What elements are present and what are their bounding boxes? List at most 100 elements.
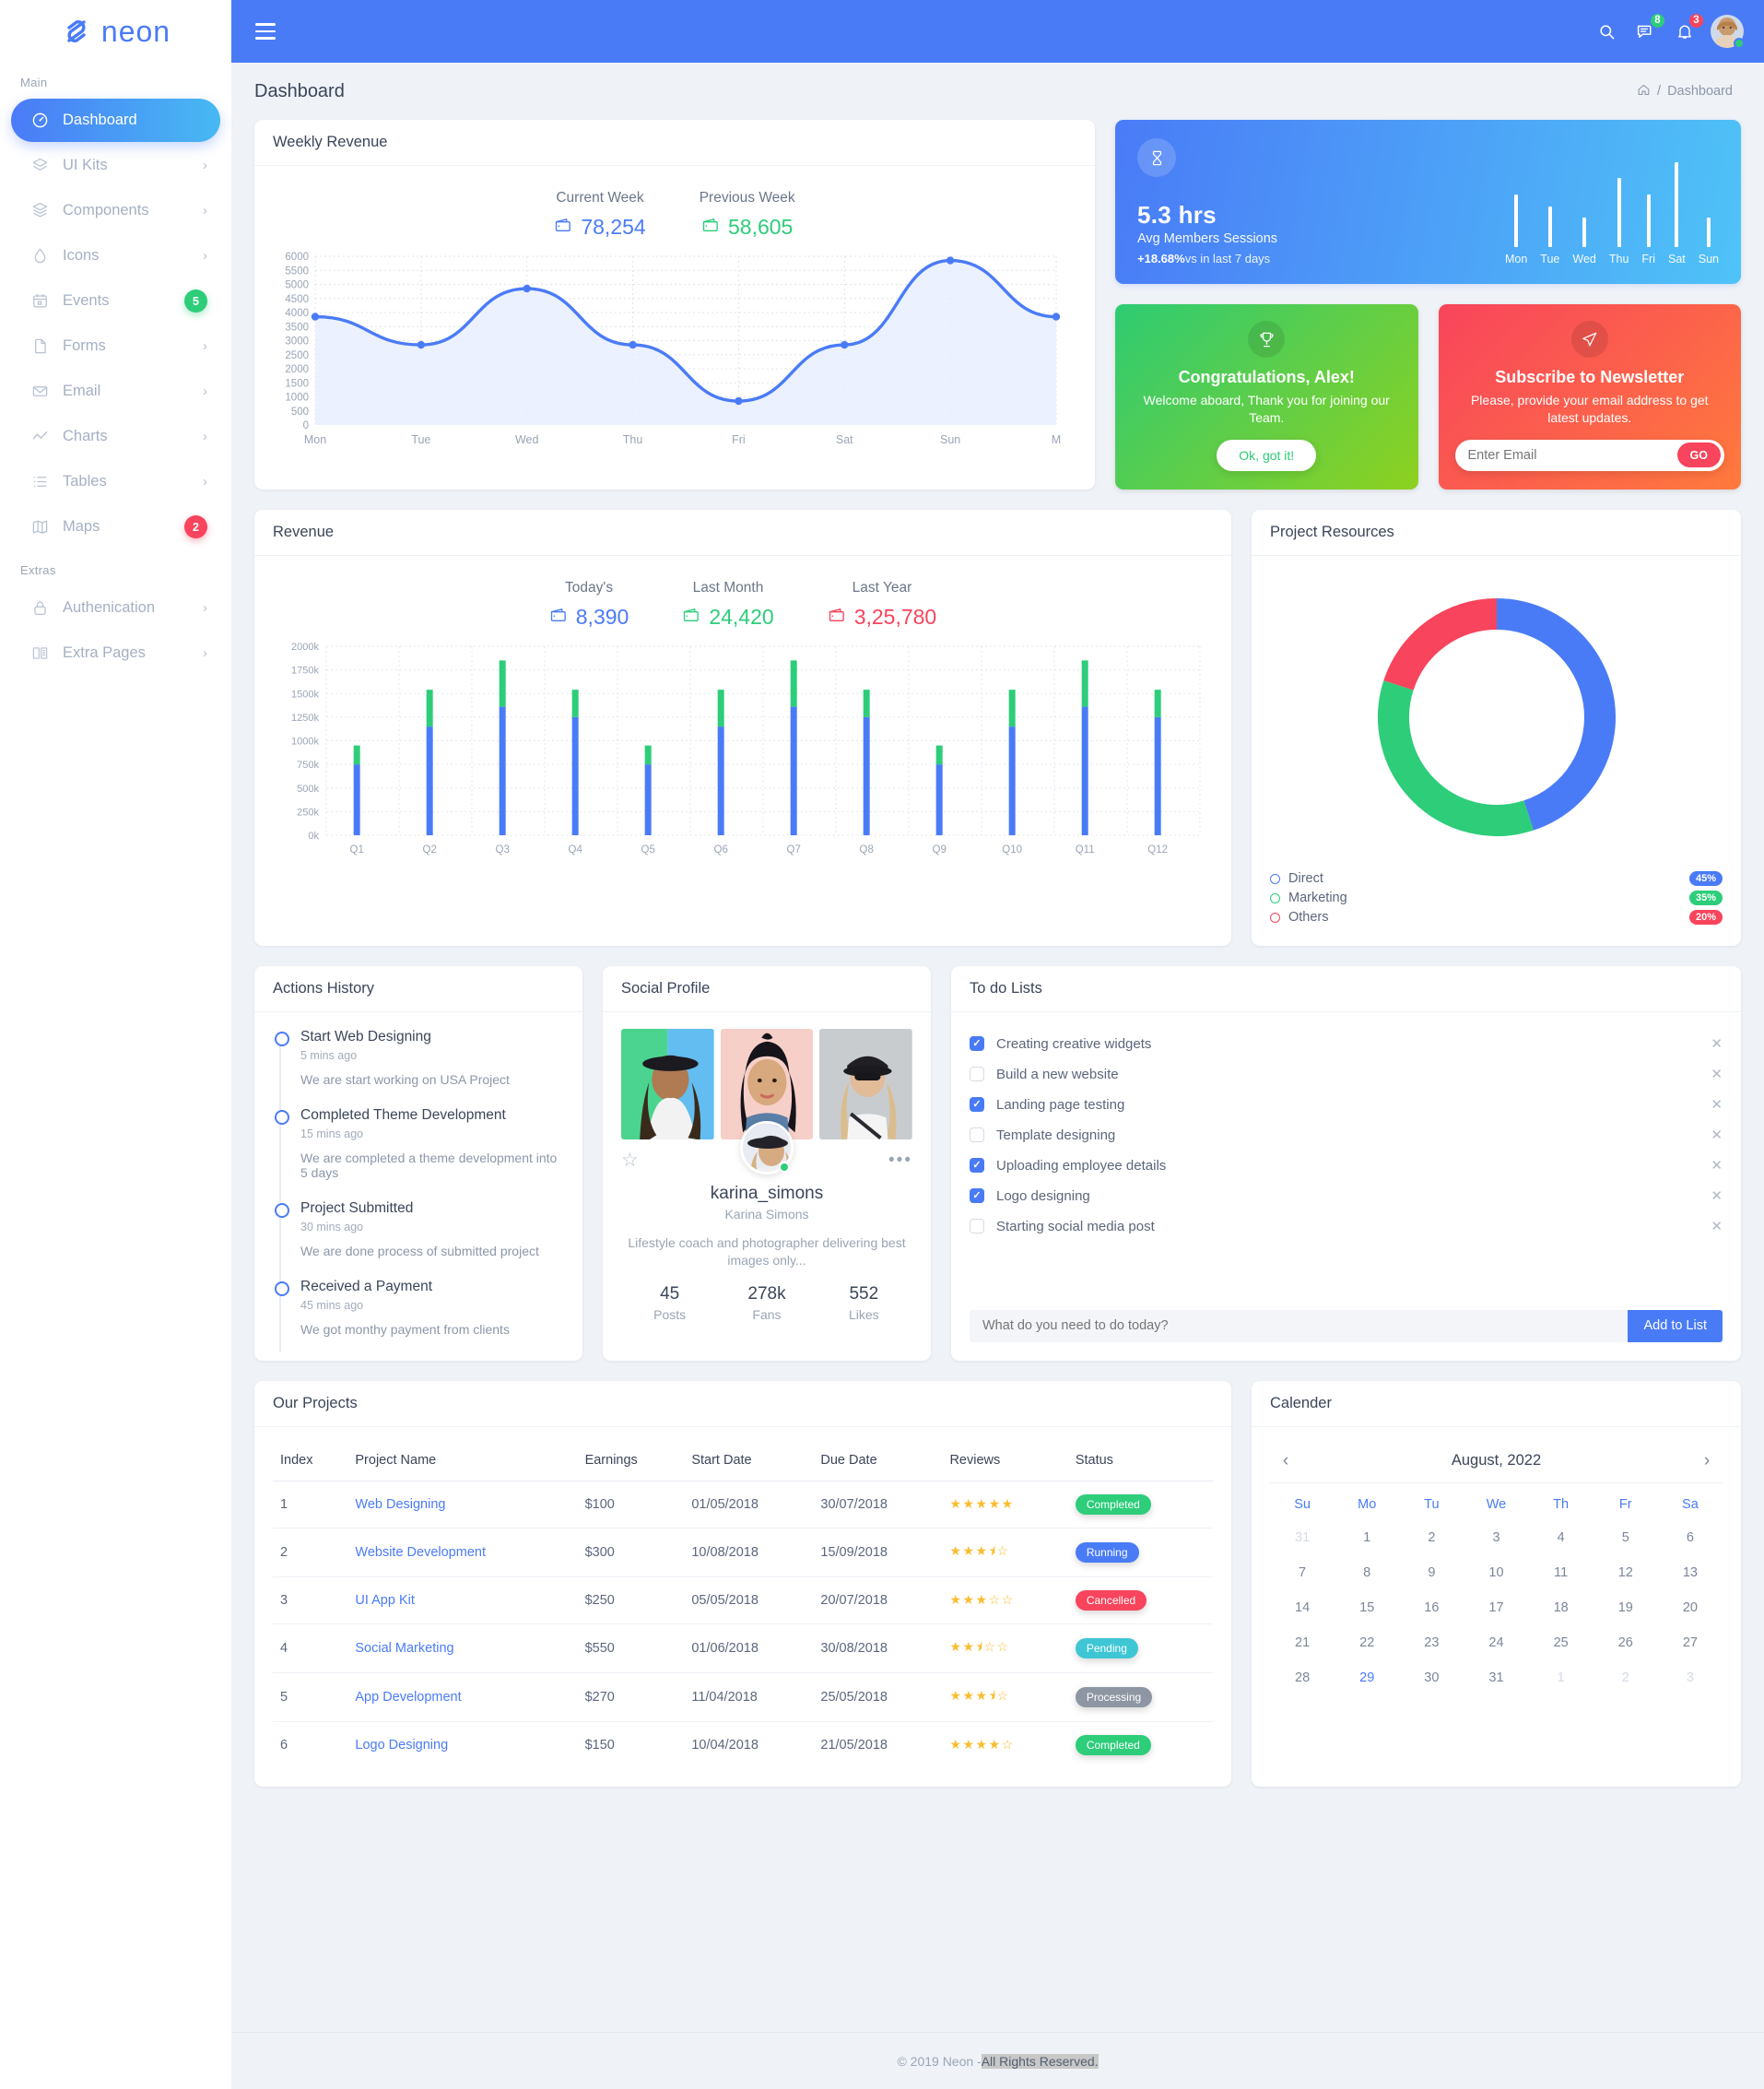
calendar-day[interactable]: 28	[1270, 1660, 1335, 1695]
sidebar-item-extra-pages[interactable]: Extra Pages ›	[11, 631, 220, 675]
calendar-day[interactable]: 2	[1593, 1660, 1658, 1695]
sidebar-item-maps[interactable]: Maps 2	[11, 505, 220, 549]
message-icon[interactable]: 8	[1633, 11, 1666, 44]
table-row[interactable]: 2 Website Development $300 10/08/2018 15/09/…	[273, 1528, 1213, 1577]
todo-checkbox[interactable]	[970, 1097, 984, 1113]
calendar-day[interactable]: 31	[1464, 1660, 1528, 1695]
calendar-day[interactable]: 1	[1529, 1660, 1593, 1695]
legend-row[interactable]: Marketing 35%	[1270, 889, 1723, 908]
user-avatar[interactable]	[1711, 15, 1745, 49]
sidebar-item-events[interactable]: Events 5	[11, 279, 220, 323]
todo-checkbox[interactable]	[970, 1219, 984, 1234]
project-link[interactable]: UI App Kit	[355, 1593, 414, 1608]
calendar-day[interactable]: 14	[1270, 1590, 1335, 1625]
close-icon[interactable]: ✕	[1711, 1218, 1723, 1234]
todo-checkbox[interactable]	[970, 1158, 984, 1174]
calendar-day[interactable]: 12	[1593, 1555, 1658, 1590]
sidebar-item-dashboard[interactable]: Dashboard	[11, 99, 220, 142]
sidebar-item-email[interactable]: Email ›	[11, 370, 220, 413]
calendar-day[interactable]: 16	[1399, 1590, 1464, 1625]
calendar-day[interactable]: 8	[1335, 1555, 1399, 1590]
project-link[interactable]: Website Development	[355, 1545, 486, 1560]
todo-input[interactable]	[970, 1309, 1629, 1342]
calendar-day[interactable]: 20	[1658, 1590, 1723, 1625]
table-row[interactable]: 3 UI App Kit $250 05/05/2018 20/07/2018 ★★★☆☆…	[273, 1576, 1213, 1624]
close-icon[interactable]: ✕	[1711, 1187, 1723, 1204]
calendar-day[interactable]: 21	[1270, 1625, 1335, 1660]
todo-checkbox[interactable]	[970, 1188, 984, 1204]
calendar-day[interactable]: 25	[1529, 1625, 1593, 1660]
calendar-day[interactable]: 3	[1658, 1660, 1723, 1695]
home-icon[interactable]	[1637, 83, 1651, 100]
calendar-day[interactable]: 22	[1335, 1625, 1399, 1660]
timeline-item[interactable]: Received a Payment 45 mins ago We got mo…	[273, 1279, 564, 1352]
calendar-day[interactable]: 26	[1593, 1625, 1658, 1660]
svg-text:2500: 2500	[285, 350, 309, 361]
calendar-day[interactable]: 19	[1593, 1590, 1658, 1625]
calendar-day[interactable]: 30	[1399, 1660, 1464, 1695]
sidebar-item-forms[interactable]: Forms ›	[11, 325, 220, 368]
close-icon[interactable]: ✕	[1711, 1066, 1723, 1082]
add-to-list-button[interactable]: Add to List	[1628, 1309, 1723, 1342]
todo-checkbox[interactable]	[970, 1036, 984, 1052]
project-link[interactable]: App Development	[355, 1690, 461, 1705]
calendar-day[interactable]: 17	[1464, 1590, 1528, 1625]
calendar-day[interactable]: 5	[1593, 1520, 1658, 1555]
table-row[interactable]: 6 Logo Designing $150 10/04/2018 21/05/2018 ★…	[273, 1721, 1213, 1768]
hamburger-icon[interactable]	[255, 23, 276, 40]
sidebar-item-ui-kits[interactable]: UI Kits ›	[11, 144, 220, 187]
calendar-day[interactable]: 24	[1464, 1625, 1528, 1660]
legend-row[interactable]: Direct 45%	[1270, 869, 1723, 889]
chevron-right-icon[interactable]: ›	[1697, 1451, 1717, 1471]
calendar-day[interactable]: 4	[1529, 1520, 1593, 1555]
gallery-image-1[interactable]	[621, 1028, 714, 1139]
calendar-day[interactable]: 27	[1658, 1625, 1723, 1660]
sidebar-item-tables[interactable]: Tables ›	[11, 460, 220, 503]
calendar-day[interactable]: 18	[1529, 1590, 1593, 1625]
calendar-day[interactable]: 13	[1658, 1555, 1723, 1590]
todo-checkbox[interactable]	[970, 1067, 984, 1082]
calendar-day[interactable]: 3	[1464, 1520, 1528, 1555]
chevron-left-icon[interactable]: ‹	[1276, 1451, 1296, 1471]
close-icon[interactable]: ✕	[1711, 1127, 1723, 1143]
sidebar-item-authenication[interactable]: Authenication ›	[11, 586, 220, 630]
newsletter-go-button[interactable]: GO	[1676, 443, 1721, 468]
search-icon[interactable]	[1594, 19, 1619, 44]
calendar-day[interactable]: 10	[1464, 1555, 1528, 1590]
breadcrumb-current[interactable]: Dashboard	[1667, 84, 1733, 99]
calendar-day[interactable]: 31	[1270, 1520, 1335, 1555]
gallery-image-3[interactable]	[819, 1028, 913, 1139]
table-row[interactable]: 5 App Development $270 11/04/2018 25/05/2018…	[273, 1672, 1213, 1722]
calendar-day[interactable]: 1	[1335, 1520, 1399, 1555]
sidebar-item-icons[interactable]: Icons ›	[11, 234, 220, 277]
more-dots-icon[interactable]: •••	[888, 1151, 912, 1169]
sidebar-item-charts[interactable]: Charts ›	[11, 415, 220, 458]
project-link[interactable]: Logo Designing	[355, 1738, 448, 1753]
table-row[interactable]: 1 Web Designing $100 01/05/2018 30/07/2018 ★★…	[273, 1481, 1213, 1528]
timeline-item[interactable]: Project Submitted 30 mins ago We are don…	[273, 1200, 564, 1281]
calendar-day[interactable]: 15	[1335, 1590, 1399, 1625]
congrats-ok-button[interactable]: Ok, got it!	[1217, 439, 1317, 471]
calendar-day[interactable]: 23	[1399, 1625, 1464, 1660]
legend-row[interactable]: Others 20%	[1270, 908, 1723, 927]
bell-icon[interactable]: 3	[1672, 11, 1705, 44]
close-icon[interactable]: ✕	[1711, 1035, 1723, 1052]
timeline-item[interactable]: Completed Theme Development 15 mins ago …	[273, 1107, 564, 1203]
timeline-item[interactable]: Start Web Designing 5 mins ago We are st…	[273, 1029, 564, 1110]
close-icon[interactable]: ✕	[1711, 1096, 1723, 1113]
project-link[interactable]: Web Designing	[355, 1497, 445, 1512]
calendar-day[interactable]: 7	[1270, 1555, 1335, 1590]
calendar-day[interactable]: 9	[1399, 1555, 1464, 1590]
calendar-day[interactable]: 2	[1399, 1520, 1464, 1555]
calendar-day[interactable]: 11	[1529, 1555, 1593, 1590]
close-icon[interactable]: ✕	[1711, 1157, 1723, 1174]
project-link[interactable]: Social Marketing	[355, 1641, 453, 1656]
calendar-day[interactable]: 6	[1658, 1520, 1723, 1555]
table-row[interactable]: 4 Social Marketing $550 01/06/2018 30/08/201…	[273, 1623, 1213, 1673]
sidebar-item-components[interactable]: Components ›	[11, 189, 220, 232]
email-input[interactable]	[1467, 447, 1677, 463]
calendar-day[interactable]: 29	[1335, 1660, 1399, 1695]
brand-logo[interactable]: neon	[0, 0, 231, 63]
star-outline-icon[interactable]: ☆	[621, 1151, 639, 1170]
todo-checkbox[interactable]	[970, 1127, 984, 1143]
